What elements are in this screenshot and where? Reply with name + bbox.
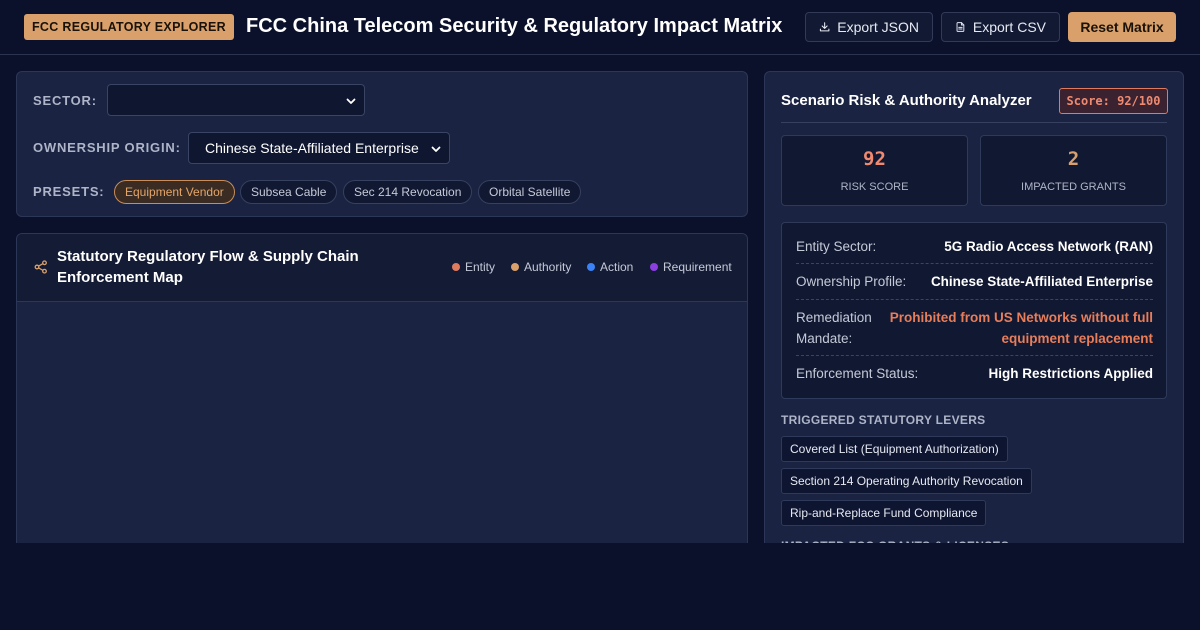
detail-value: High Restrictions Applied <box>988 366 1153 381</box>
detail-key: Entity Sector: <box>796 239 877 254</box>
lever-chip: Section 214 Operating Authority Revocati… <box>781 468 1032 494</box>
export-json-button[interactable]: Export JSON <box>805 12 933 42</box>
detail-value: 5G Radio Access Network (RAN) <box>944 239 1153 254</box>
lever-chip: Covered List (Equipment Authorization) <box>781 436 1008 462</box>
detail-value: Chinese State-Affiliated Enterprise <box>930 274 1153 289</box>
detail-row: Remediation Mandate: Prohibited from US … <box>796 307 1153 356</box>
map-canvas[interactable] <box>17 303 747 562</box>
legend-entity: Entity <box>452 260 495 274</box>
risk-score-value: 92 <box>863 148 886 170</box>
viewport-bottom <box>0 543 1200 630</box>
app-header: FCC REGULATORY EXPLORER FCC China Teleco… <box>0 0 1200 55</box>
preset-subsea-cable[interactable]: Subsea Cable <box>240 180 338 204</box>
download-icon <box>819 22 830 32</box>
ownership-label: OWNERSHIP ORIGIN: <box>33 140 181 155</box>
legend-requirement: Requirement <box>650 260 732 274</box>
analyzer-title: Scenario Risk & Authority Analyzer <box>781 92 1032 109</box>
risk-score-label: RISK SCORE <box>840 181 909 193</box>
preset-sec-214-revocation[interactable]: Sec 214 Revocation <box>343 180 473 204</box>
ownership-select-value: Chinese State-Affiliated Enterprise <box>205 140 419 156</box>
chevron-down-icon <box>431 146 441 152</box>
detail-value: Prohibited from US Networks without full… <box>889 310 1153 346</box>
ownership-select[interactable]: Chinese State-Affiliated Enterprise <box>188 132 450 164</box>
detail-key: Ownership Profile: <box>796 274 907 289</box>
legend-dot <box>452 263 460 271</box>
chevron-down-icon <box>346 98 356 104</box>
impacted-grants-label: IMPACTED GRANTS <box>1021 181 1126 193</box>
legend-label: Requirement <box>663 260 732 274</box>
detail-row: Ownership Profile: Chinese State-Affilia… <box>796 271 1153 300</box>
score-badge: Score: 92/100 <box>1059 88 1168 114</box>
map-header: Statutory Regulatory Flow & Supply Chain… <box>17 234 747 302</box>
legend-label: Action <box>600 260 634 274</box>
risk-score-card: 92 RISK SCORE <box>781 135 968 206</box>
export-csv-label: Export CSV <box>972 19 1046 35</box>
export-csv-button[interactable]: Export CSV <box>941 12 1060 42</box>
page-title: FCC China Telecom Security & Regulatory … <box>246 15 783 37</box>
legend-dot <box>650 263 658 271</box>
sector-label: SECTOR: <box>33 93 97 108</box>
risk-analyzer-panel: Scenario Risk & Authority Analyzer Score… <box>764 71 1184 563</box>
preset-equipment-vendor[interactable]: Equipment Vendor <box>114 180 235 204</box>
map-title: Statutory Regulatory Flow & Supply Chain… <box>57 248 359 286</box>
brand-badge: FCC REGULATORY EXPLORER <box>24 14 234 40</box>
enforcement-map-panel: Statutory Regulatory Flow & Supply Chain… <box>16 233 748 563</box>
detail-key: Remediation Mandate: <box>796 310 872 346</box>
export-json-label: Export JSON <box>837 19 919 35</box>
presets-label: PRESETS: <box>33 184 105 199</box>
lever-chip: Rip-and-Replace Fund Compliance <box>781 500 987 526</box>
detail-row: Entity Sector: 5G Radio Access Network (… <box>796 235 1153 264</box>
preset-orbital-satellite[interactable]: Orbital Satellite <box>478 180 582 204</box>
legend-label: Authority <box>524 260 572 274</box>
legend-action: Action <box>587 260 633 274</box>
sector-select[interactable] <box>107 84 365 116</box>
impacted-grants-card: 2 IMPACTED GRANTS <box>980 135 1167 206</box>
detail-row: Enforcement Status: High Restrictions Ap… <box>796 363 1153 392</box>
legend-authority: Authority <box>511 260 571 274</box>
reset-matrix-button[interactable]: Reset Matrix <box>1068 12 1176 42</box>
legend-label: Entity <box>465 260 496 274</box>
legend-dot <box>511 263 519 271</box>
share-icon <box>34 260 47 274</box>
scenario-details: Entity Sector: 5G Radio Access Network (… <box>781 222 1167 399</box>
divider <box>781 122 1167 123</box>
file-text-icon <box>956 22 965 32</box>
detail-key: Enforcement Status: <box>796 366 919 381</box>
levers-section-label: TRIGGERED STATUTORY LEVERS <box>781 413 986 427</box>
controls-panel: SECTOR: OWNERSHIP ORIGIN: Chinese State-… <box>16 71 748 217</box>
impacted-grants-value: 2 <box>1067 148 1080 170</box>
legend-dot <box>587 263 595 271</box>
